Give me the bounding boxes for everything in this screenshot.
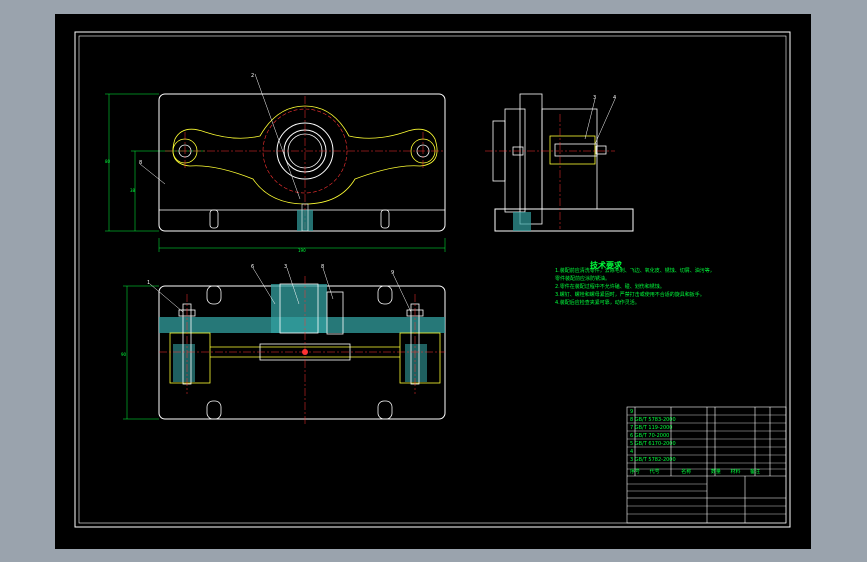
bom-no: 9 xyxy=(630,409,634,415)
bom-row: 8 GB/T 5783-2000 xyxy=(630,417,676,423)
svg-text:1: 1 xyxy=(147,280,150,286)
bom-code: GB/T 70-2000 xyxy=(634,433,670,439)
bom-code: GB/T 6170-2000 xyxy=(634,441,676,447)
bom-header-name: 名称 xyxy=(681,469,692,475)
bom-header: 序号 代号 名称 数量 材料 备注 xyxy=(630,469,760,475)
bom-no: 6 xyxy=(630,433,634,439)
bom-header-material: 材料 xyxy=(730,469,741,475)
svg-text:190: 190 xyxy=(298,248,306,253)
svg-text:2: 2 xyxy=(251,73,254,79)
bom-row: 3 GB/T 5782-2000 xyxy=(630,457,676,463)
bom-header-qty: 数量 xyxy=(710,469,721,475)
bom-header-note: 备注 xyxy=(750,469,761,475)
bom-no: 5 xyxy=(630,441,634,447)
tech-req-line-1: 1.装配前应清洗零件，去除毛刺、飞边、氧化皮、锈蚀、切屑、油污等， xyxy=(555,268,715,274)
svg-text:6: 6 xyxy=(251,264,254,270)
svg-text:38: 38 xyxy=(130,188,136,193)
bom-row: 5 GB/T 6170-2000 xyxy=(630,441,676,447)
bom-code: GB/T 5782-2000 xyxy=(634,457,676,463)
bom-header-code: 代号 xyxy=(649,469,660,475)
bom-no: 4 xyxy=(630,449,634,455)
tech-req-line-5: 4.装配后应检查夹紧可靠，动作灵活。 xyxy=(555,300,640,306)
tech-req-line-2: 零件装配前应涂防锈油。 xyxy=(555,276,611,282)
svg-text:3: 3 xyxy=(284,264,287,270)
bom-row: 9 xyxy=(630,409,633,415)
svg-text:90: 90 xyxy=(121,352,127,357)
tech-req-line-4: 3.螺钉、螺栓和螺母紧固时，严禁打击或使用不合适的旋具和扳手。 xyxy=(555,292,705,298)
svg-text:8: 8 xyxy=(139,160,142,166)
svg-text:9: 9 xyxy=(391,270,394,276)
bom-code: GB/T 5783-2000 xyxy=(634,417,676,423)
side-view: 3 4 xyxy=(485,93,634,232)
svg-text:8: 8 xyxy=(321,264,324,270)
drawing-viewport[interactable]: 80 38 190 2 8 3 4 90 1 6 3 8 9 技术要求 1.装配… xyxy=(55,14,811,549)
bom-no: 8 xyxy=(630,417,634,423)
svg-text:4: 4 xyxy=(613,95,616,101)
top-view: 80 38 190 2 8 xyxy=(105,73,446,253)
bom-no: 7 xyxy=(630,425,634,431)
svg-text:3: 3 xyxy=(593,95,596,101)
bom-no: 3 xyxy=(630,457,634,463)
svg-text:80: 80 xyxy=(105,159,111,164)
section-view: 90 1 6 3 8 9 xyxy=(121,264,446,424)
bom-row: 7 GB/T 119-2000 xyxy=(630,425,673,431)
bom-header-no: 序号 xyxy=(630,469,641,475)
bom-code: GB/T 119-2000 xyxy=(634,425,673,431)
bom-row: 4 xyxy=(630,449,633,455)
tech-req-line-3: 2.零件在装配过程中不允许磕、碰、划伤和锈蚀。 xyxy=(555,284,665,290)
bom-row: 6 GB/T 70-2000 xyxy=(630,433,669,439)
